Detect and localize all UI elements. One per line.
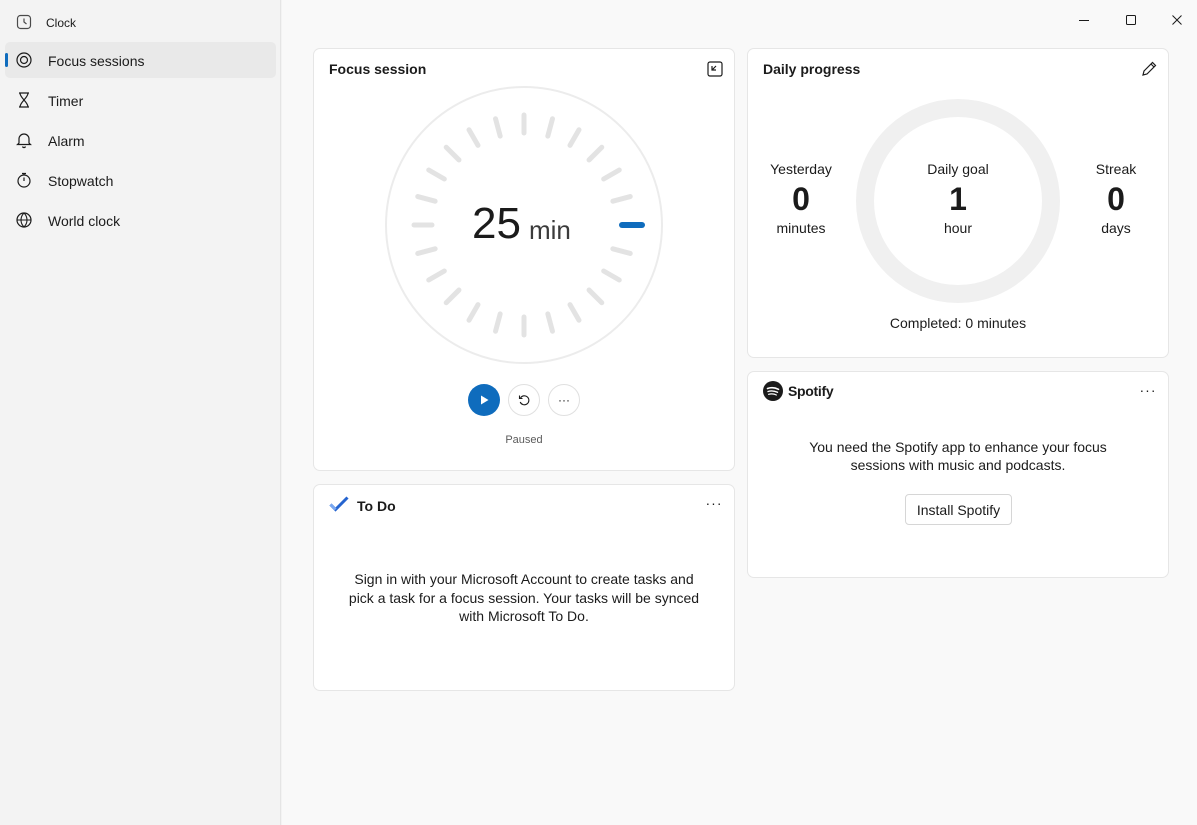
yesterday-stat: Yesterday 0 minutes — [761, 161, 841, 236]
yesterday-label: Yesterday — [770, 161, 832, 177]
yesterday-value: 0 — [792, 181, 810, 217]
dial-tick — [415, 194, 438, 204]
dial-tick — [443, 287, 462, 306]
reset-button[interactable] — [508, 384, 540, 416]
daily-goal-value: 1 — [949, 181, 967, 217]
duration-unit: min — [529, 215, 571, 245]
sidebar-item-label: Timer — [48, 93, 84, 109]
maximize-button[interactable] — [1123, 12, 1139, 28]
sidebar-item-alarm[interactable]: Alarm — [5, 122, 276, 158]
streak-stat: Streak 0 days — [1076, 161, 1156, 236]
start-button[interactable] — [468, 384, 500, 416]
compact-mode-icon[interactable] — [706, 60, 724, 78]
dial-tick — [466, 127, 481, 148]
close-icon — [1172, 15, 1182, 25]
spotify-more-button[interactable]: ··· — [1138, 382, 1158, 398]
dial-tick — [601, 268, 622, 283]
daily-goal-label: Daily goal — [927, 161, 989, 177]
daily-progress-card: Daily progress Yesterday 0 minutes Daily… — [747, 48, 1169, 358]
streak-value: 0 — [1107, 181, 1125, 217]
maximize-icon — [1126, 15, 1136, 25]
focus-timer-dial[interactable] — [384, 85, 664, 365]
yesterday-unit: minutes — [776, 220, 826, 236]
dial-tick — [426, 167, 447, 182]
reset-icon — [518, 395, 530, 406]
dial-tick — [567, 127, 582, 148]
sidebar-item-label: World clock — [48, 213, 121, 229]
dial-tick — [567, 302, 582, 323]
sidebar-item-label: Alarm — [48, 133, 85, 149]
dial-tick — [415, 246, 438, 256]
dial-tick — [586, 144, 605, 163]
more-options-button[interactable]: ··· — [548, 384, 580, 416]
todo-card: To Do ··· Sign in with your Microsoft Ac… — [313, 484, 735, 691]
dial-tick — [610, 246, 633, 256]
todo-more-button[interactable]: ··· — [704, 495, 724, 511]
dial-tick — [601, 167, 622, 182]
todo-title: To Do — [357, 498, 396, 514]
sidebar: Focus sessions Timer Alarm Stopwatch Wor… — [0, 0, 281, 825]
minimize-button[interactable] — [1076, 12, 1092, 28]
focus-icon — [16, 52, 32, 68]
sidebar-item-world-clock[interactable]: World clock — [5, 202, 276, 238]
spotify-card: Spotify ··· You need the Spotify app to … — [747, 371, 1169, 578]
stopwatch-icon — [17, 172, 31, 188]
dial-tick — [443, 144, 462, 163]
daily-goal-unit: hour — [943, 220, 973, 236]
sidebar-item-label: Stopwatch — [48, 173, 114, 189]
duration-value: 25 — [472, 199, 521, 248]
spotify-message: You need the Spotify app to enhance your… — [809, 439, 1107, 473]
pencil-icon[interactable] — [1140, 60, 1158, 78]
sidebar-item-label: Focus sessions — [48, 53, 145, 69]
spotify-title: Spotify — [788, 383, 834, 399]
daily-goal-stat: Daily goal 1 hour — [918, 161, 998, 236]
clock-app-icon — [16, 14, 32, 30]
dial-tick — [545, 116, 555, 139]
window-title: Clock — [46, 16, 77, 30]
streak-unit: days — [1101, 220, 1131, 236]
dial-tick — [586, 287, 605, 306]
focus-session-title: Focus session — [329, 61, 427, 77]
active-indicator — [5, 53, 8, 67]
dial-tick — [493, 116, 503, 139]
streak-label: Streak — [1095, 161, 1137, 177]
globe-icon — [16, 212, 32, 228]
dial-tick — [610, 194, 633, 204]
play-icon — [481, 395, 489, 405]
completed-text: Completed: 0 minutes — [889, 315, 1027, 331]
hourglass-icon — [19, 92, 29, 108]
spotify-icon — [763, 381, 783, 401]
minimize-icon — [1079, 20, 1089, 21]
install-spotify-button[interactable]: Install Spotify — [905, 494, 1012, 525]
sidebar-item-stopwatch[interactable]: Stopwatch — [5, 162, 276, 198]
sidebar-item-timer[interactable]: Timer — [5, 82, 276, 118]
bell-icon — [16, 133, 32, 149]
sidebar-item-focus-sessions[interactable]: Focus sessions — [5, 42, 276, 78]
todo-check-icon — [329, 496, 349, 512]
focus-session-card: Focus session 25 min ··· Paused — [313, 48, 735, 471]
todo-message: Sign in with your Microsoft Account to c… — [348, 571, 700, 624]
close-button[interactable] — [1169, 12, 1185, 28]
dial-tick — [466, 302, 481, 323]
title-bar[interactable]: Clock — [0, 0, 1197, 44]
dial-tick — [426, 268, 447, 283]
dial-tick — [545, 311, 555, 334]
nav-list: Focus sessions Timer Alarm Stopwatch Wor… — [5, 42, 276, 242]
dial-tick — [493, 311, 503, 334]
daily-progress-title: Daily progress — [763, 61, 861, 77]
session-status: Paused — [505, 434, 543, 446]
